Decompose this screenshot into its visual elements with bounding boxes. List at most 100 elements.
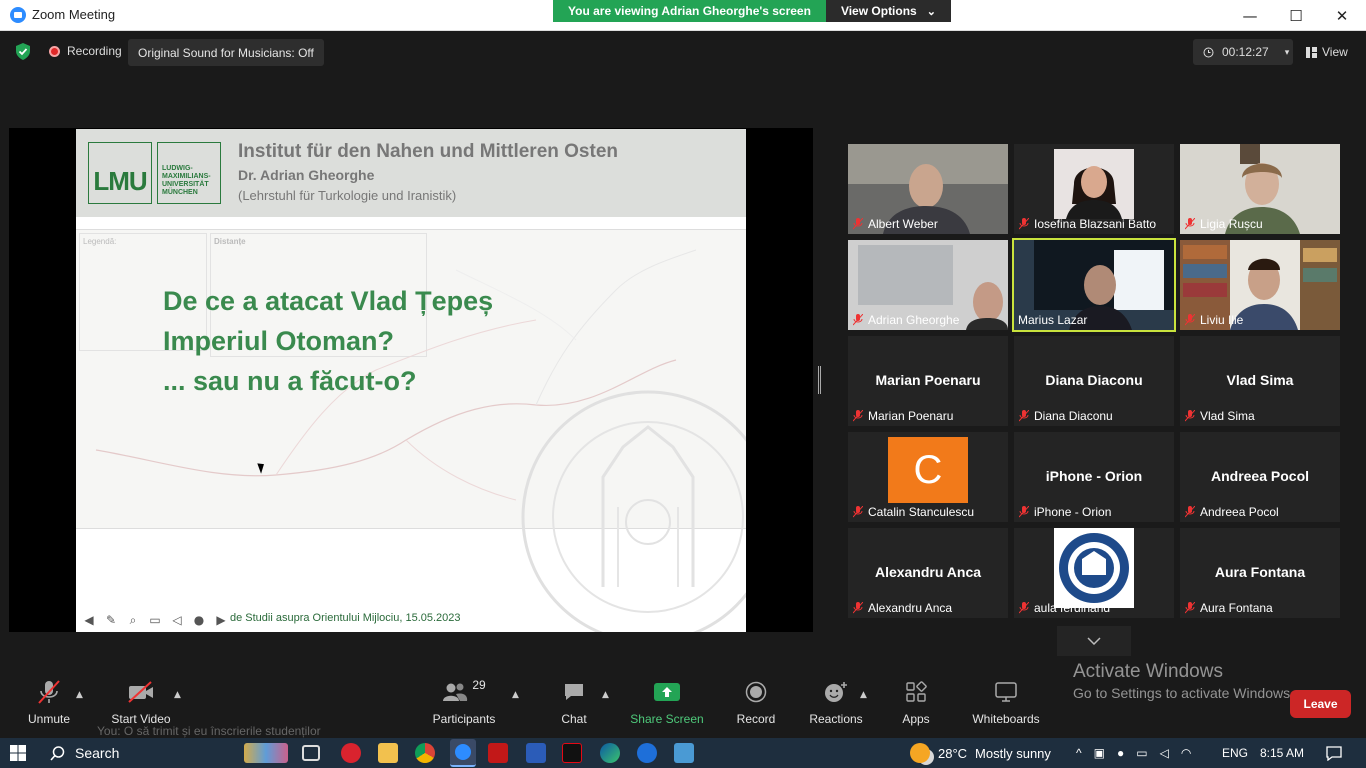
muted-mic-icon <box>1185 602 1195 614</box>
netflix-icon[interactable] <box>562 743 582 763</box>
participants-button[interactable]: 29 Participants <box>430 676 498 726</box>
volume-icon[interactable]: ◁ <box>1160 746 1169 760</box>
previous-slide-icon[interactable]: ◀ <box>80 612 98 628</box>
edge-icon[interactable] <box>600 743 620 763</box>
window-title: Zoom Meeting <box>32 7 116 22</box>
participant-name: Alexandru Anca <box>868 601 953 615</box>
windows-start-icon[interactable] <box>10 745 26 761</box>
participant-tile[interactable]: Aura Fontana Aura Fontana <box>1180 528 1340 618</box>
close-button[interactable]: ✕ <box>1319 0 1365 31</box>
word-icon[interactable] <box>526 743 546 763</box>
unmute-button[interactable]: Unmute <box>22 676 76 726</box>
battery-icon[interactable]: ▭ <box>1136 746 1147 760</box>
participant-tile[interactable]: Iosefina Blazsani Batto <box>1014 144 1174 234</box>
muted-mic-icon <box>853 314 863 326</box>
more-options-icon[interactable]: ● <box>190 612 208 628</box>
slide-tools: ◀ ✎ ⌕ ▭ ◁ ● ▶ <box>76 612 230 628</box>
caret-up-icon[interactable]: ▲ <box>76 690 83 700</box>
task-view-icon[interactable] <box>302 745 320 761</box>
participant-tile[interactable]: Liviu Ilie <box>1180 240 1340 330</box>
opera-icon[interactable] <box>341 743 361 763</box>
taskbar-search[interactable]: Search <box>40 739 240 767</box>
whiteboards-label: Whiteboards <box>972 712 1040 726</box>
apps-button[interactable]: Apps <box>898 676 934 726</box>
shield-icon[interactable] <box>15 43 31 60</box>
zoom-app-icon <box>10 7 26 23</box>
widgets-search-highlight-icon[interactable] <box>244 743 288 763</box>
unmute-label: Unmute <box>27 712 71 726</box>
mute-audio-icon[interactable]: ◁ <box>168 612 186 628</box>
university-seal-icon <box>1059 533 1129 603</box>
leave-button[interactable]: Leave <box>1290 690 1351 718</box>
whiteboards-button[interactable]: Whiteboards <box>968 676 1044 726</box>
clock-icon <box>1203 47 1214 57</box>
slide-footer: de Studii asupra Orientului Mijlociu, 15… <box>230 612 461 624</box>
participant-tile[interactable]: Vlad Sima Vlad Sima <box>1180 336 1340 426</box>
recording-label[interactable]: Recording <box>67 44 122 58</box>
participant-tile[interactable]: Adrian Gheorghe <box>848 240 1008 330</box>
reactions-button[interactable]: Reactions <box>808 676 864 726</box>
participant-name: Adrian Gheorghe <box>868 313 960 327</box>
participant-name: Liviu Ilie <box>1200 313 1244 327</box>
pen-icon[interactable]: ✎ <box>102 612 120 628</box>
maximize-button[interactable]: ☐ <box>1273 0 1319 31</box>
participant-tile[interactable]: C Catalin Stanculescu <box>848 432 1008 522</box>
weather-widget[interactable]: 28°C Mostly sunny <box>910 738 1051 768</box>
participant-tile[interactable]: Alexandru Anca Alexandru Anca <box>848 528 1008 618</box>
participant-tile-active-speaker[interactable]: Marius Lazar <box>1012 238 1176 332</box>
caret-up-icon[interactable]: ▲ <box>174 690 181 700</box>
share-screen-button[interactable]: Share Screen <box>630 676 704 726</box>
caret-up-icon[interactable]: ▲ <box>512 690 519 700</box>
caret-down-icon: ▾ <box>1284 46 1290 57</box>
participant-tile[interactable]: Ligia Rușcu <box>1180 144 1340 234</box>
participant-tile[interactable]: Diana Diaconu Diana Diaconu <box>1014 336 1174 426</box>
shared-screen[interactable]: LMU LUDWIG- MAXIMILIANS- UNIVERSITÄT MÜN… <box>9 128 813 632</box>
weather-status: Mostly sunny <box>975 745 1051 761</box>
file-explorer-icon[interactable] <box>378 743 398 763</box>
acrobat-icon[interactable] <box>488 743 508 763</box>
view-options-button[interactable]: View Options ⌄ <box>825 0 951 22</box>
presenter-name: Dr. Adrian Gheorghe <box>238 167 375 183</box>
original-sound-toggle[interactable]: Original Sound for Musicians: Off <box>128 39 324 66</box>
participant-tile[interactable]: aula ferdinand <box>1014 528 1174 618</box>
captions-icon[interactable]: ▭ <box>146 612 164 628</box>
muted-mic-icon <box>1019 218 1029 230</box>
wifi-icon[interactable]: ◠ <box>1181 746 1191 760</box>
muted-mic-icon <box>853 410 863 422</box>
gallery-next-page-button[interactable] <box>1057 626 1131 656</box>
weather-sun-icon <box>910 743 930 763</box>
caret-up-icon[interactable]: ▲ <box>602 690 609 700</box>
lmu-logo: LMU <box>88 142 152 204</box>
zoom-taskbar-icon[interactable] <box>450 739 476 767</box>
participant-tile[interactable]: Andreea Pocol Andreea Pocol <box>1180 432 1340 522</box>
minimize-button[interactable]: — <box>1227 0 1273 31</box>
chat-button[interactable]: Chat <box>556 676 592 726</box>
caret-up-icon[interactable]: ▲ <box>860 690 867 700</box>
next-slide-icon[interactable]: ▶ <box>212 612 230 628</box>
splitter-handle[interactable] <box>818 366 821 394</box>
chevron-up-icon[interactable]: ^ <box>1076 746 1082 760</box>
input-language[interactable]: ENG <box>1222 738 1248 768</box>
participant-tile[interactable]: Albert Weber <box>848 144 1008 234</box>
meeting-timer[interactable]: 00:12:27 ▾ <box>1193 39 1293 65</box>
photos-icon[interactable] <box>674 743 694 763</box>
search-icon <box>50 745 65 761</box>
view-button[interactable]: View <box>1300 39 1358 65</box>
participant-name-large: Aura Fontana <box>1214 564 1306 580</box>
participant-tile[interactable]: iPhone - Orion iPhone - Orion <box>1014 432 1174 522</box>
microphone-icon[interactable]: ● <box>1117 746 1124 760</box>
participant-tile[interactable]: Marian Poenaru Marian Poenaru <box>848 336 1008 426</box>
browser-icon[interactable] <box>637 743 657 763</box>
notifications-icon[interactable] <box>1326 738 1342 768</box>
meet-now-icon[interactable]: ▣ <box>1094 746 1105 760</box>
clock[interactable]: 8:15 AM <box>1260 738 1304 768</box>
grid-view-icon <box>1306 46 1317 58</box>
zoom-icon[interactable]: ⌕ <box>124 612 142 628</box>
participant-name: Albert Weber <box>868 217 938 231</box>
record-button[interactable]: Record <box>734 676 778 726</box>
windows-taskbar: Search 28°C Mostly sunny ^ ▣ ● ▭ ◁ ◠ ENG… <box>0 738 1366 768</box>
muted-mic-icon <box>1185 314 1195 326</box>
chrome-icon[interactable] <box>415 743 435 763</box>
start-video-button[interactable]: Start Video <box>108 676 174 726</box>
reactions-label: Reactions <box>809 712 863 726</box>
